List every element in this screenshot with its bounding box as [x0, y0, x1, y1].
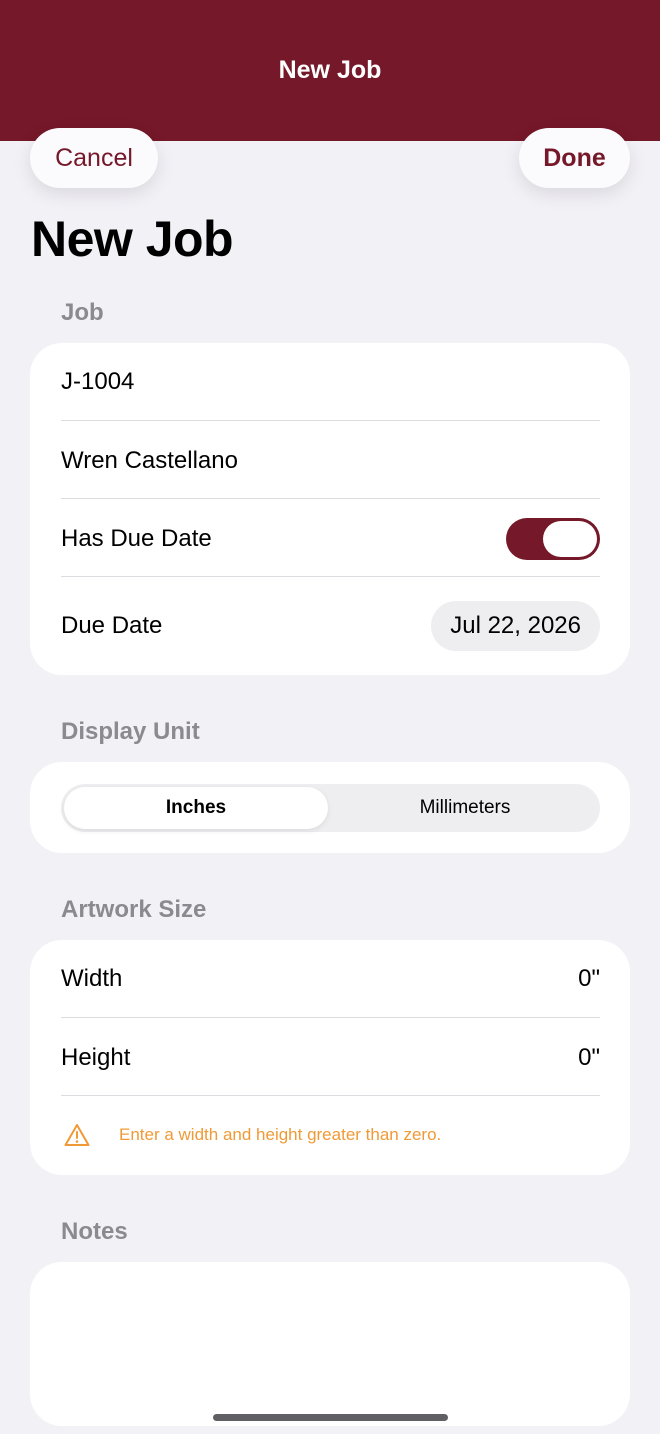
- page-title: New Job: [31, 211, 234, 267]
- due-date-picker[interactable]: Jul 22, 2026: [431, 601, 600, 651]
- notes-section-header: Notes: [61, 1218, 128, 1245]
- toggle-knob: [543, 520, 597, 557]
- cancel-button[interactable]: Cancel: [30, 128, 158, 188]
- due-date-label: Due Date: [61, 612, 163, 639]
- has-due-date-toggle[interactable]: [506, 517, 600, 560]
- segment-inches[interactable]: Inches: [64, 787, 328, 829]
- size-warning: Enter a width and height greater than ze…: [64, 1123, 441, 1147]
- width-value: 0": [578, 965, 600, 992]
- due-date-row: Due Date Jul 22, 2026: [61, 577, 600, 675]
- navigation-bar: New Job: [0, 0, 660, 141]
- has-due-date-row: Has Due Date: [61, 499, 600, 578]
- height-field[interactable]: Height 0": [61, 1018, 600, 1097]
- divider: [61, 1095, 600, 1096]
- has-due-date-label: Has Due Date: [61, 524, 212, 552]
- display-unit-card: Inches Millimeters: [30, 762, 630, 853]
- done-button[interactable]: Done: [519, 128, 630, 188]
- notes-text-area[interactable]: [30, 1262, 630, 1426]
- height-value: 0": [578, 1043, 600, 1071]
- warning-triangle-icon: [64, 1124, 90, 1146]
- job-card: J-1004 Wren Castellano Has Due Date Due …: [30, 343, 630, 675]
- warning-text: Enter a width and height greater than ze…: [119, 1125, 442, 1144]
- customer-name-value: Wren Castellano: [61, 446, 238, 474]
- height-label: Height: [61, 1043, 131, 1071]
- display-unit-segmented-control: Inches Millimeters: [61, 784, 600, 832]
- artwork-size-section-header: Artwork Size: [61, 896, 207, 923]
- home-indicator: [213, 1414, 448, 1421]
- job-number-value: J-1004: [61, 368, 135, 395]
- width-field[interactable]: Width 0": [61, 940, 600, 1018]
- artwork-size-card: Width 0" Height 0" Enter a width and hei…: [30, 940, 630, 1175]
- customer-name-field[interactable]: Wren Castellano: [61, 421, 600, 500]
- display-unit-section-header: Display Unit: [61, 718, 200, 745]
- segment-millimeters[interactable]: Millimeters: [333, 787, 597, 829]
- nav-title: New Job: [278, 56, 382, 84]
- job-section-header: Job: [61, 299, 104, 326]
- job-number-field[interactable]: J-1004: [61, 343, 600, 421]
- width-label: Width: [61, 965, 123, 992]
